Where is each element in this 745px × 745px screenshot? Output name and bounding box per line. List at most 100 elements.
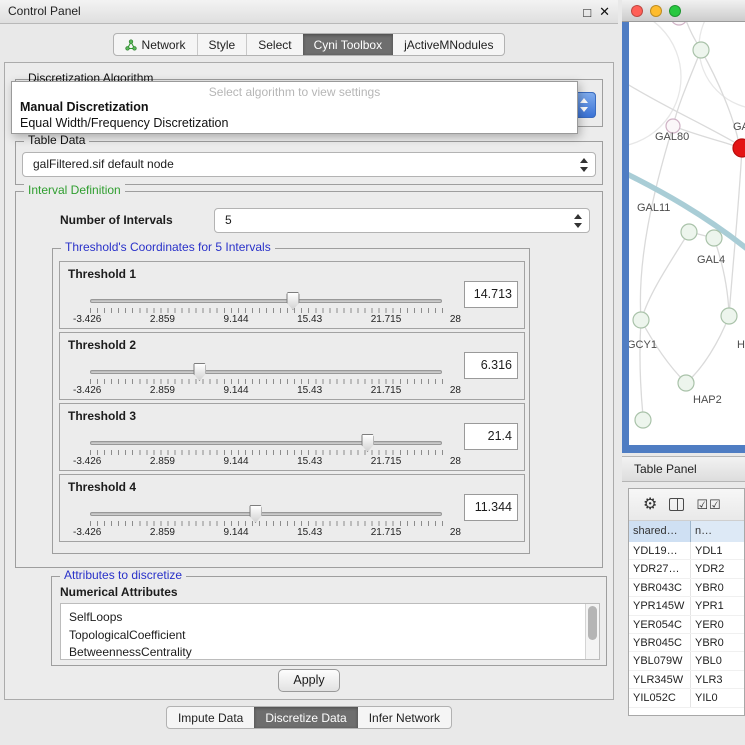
table-row[interactable]: YBR045CYBR0 (629, 634, 744, 652)
dropdown-placeholder-option[interactable]: Select algorithm to view settings (12, 82, 577, 99)
scale-tick-label: 28 (450, 385, 461, 396)
close-traffic-light[interactable] (631, 5, 643, 17)
column-header-name[interactable]: n… (691, 521, 744, 542)
slider-scale: -3.4262.8599.14415.4321.71528 (73, 456, 461, 467)
numerical-attributes-list[interactable]: SelfLoopsTopologicalCoefficientBetweenne… (60, 603, 600, 660)
selected-red-node (733, 139, 745, 157)
threshold-4-slider[interactable] (90, 512, 442, 516)
node-table-window: ⚙ ☑☑ shared… n… YDL19…YDL1YDR27…YDR2YBR0… (628, 488, 745, 716)
table-row[interactable]: YIL052CYIL0 (629, 689, 744, 707)
table-panel-header[interactable]: Table Panel (622, 456, 745, 482)
scale-tick-label: 9.144 (224, 314, 249, 325)
tab-label: Select (258, 38, 291, 52)
table-row[interactable]: YBR043CYBR0 (629, 579, 744, 597)
float-window-icon[interactable]: □ (583, 5, 591, 20)
scale-tick-label: 15.43 (297, 527, 322, 538)
table-data-select[interactable]: galFiltered.sif default node (22, 152, 596, 177)
tab-cyni-toolbox[interactable]: Cyni Toolbox (303, 34, 393, 55)
table-row[interactable]: YLR345WYLR3 (629, 671, 744, 689)
tab-infer-network[interactable]: Infer Network (358, 707, 451, 728)
combo-arrows-icon (580, 98, 589, 112)
column-header-shared[interactable]: shared… (629, 521, 691, 542)
network-canvas[interactable]: GAL80 GA GAL11 GAL4 GCY1 HAP2 H (629, 22, 745, 445)
tab-impute-data[interactable]: Impute Data (167, 707, 254, 728)
node-label-hap2: HAP2 (693, 394, 722, 406)
threshold-1-panel: Threshold 1 -3.4262.8599.14415.4321.7152… (59, 261, 525, 329)
table-cell: YBL0 (691, 652, 744, 669)
scrollbar[interactable] (585, 604, 599, 659)
combo-arrows-icon (580, 158, 589, 172)
node-label-gal4: GAL4 (697, 254, 725, 266)
threshold-3-slider[interactable] (90, 441, 442, 445)
scale-tick-label: 15.43 (297, 385, 322, 396)
threshold-3-panel: Threshold 3 -3.4262.8599.14415.4321.7152… (59, 403, 525, 471)
threshold-1-value-field[interactable]: 14.713 (464, 281, 518, 308)
table-cell: YPR145W (629, 597, 691, 614)
table-row[interactable]: YER054CYER0 (629, 616, 744, 634)
select-columns-checkbox-icons[interactable]: ☑☑ (696, 498, 721, 511)
dropdown-option-equal-width-frequency[interactable]: Equal Width/Frequency Discretization (12, 115, 577, 131)
thresholds-coordinates-group: Threshold's Coordinates for 5 Intervals … (52, 248, 530, 554)
number-of-intervals-select[interactable]: 5 (214, 208, 590, 233)
table-cell: YER054C (629, 616, 691, 633)
tab-style[interactable]: Style (197, 34, 247, 55)
threshold-4-panel: Threshold 4 -3.4262.8599.14415.4321.7152… (59, 474, 525, 542)
control-panel-titlebar: Control Panel □ ✕ (0, 0, 618, 24)
tab-network[interactable]: Network (114, 34, 197, 55)
close-icon[interactable]: ✕ (599, 4, 610, 20)
number-of-intervals-value: 5 (225, 213, 232, 227)
table-row[interactable]: YDL19…YDL1 (629, 542, 744, 560)
slider-scale: -3.4262.8599.14415.4321.71528 (73, 527, 461, 538)
threshold-3-value-field[interactable]: 21.4 (464, 423, 518, 450)
table-cell: YIL052C (629, 689, 691, 706)
panel-title: Control Panel (8, 0, 81, 23)
slider-scale: -3.4262.8599.14415.4321.71528 (73, 314, 461, 325)
scrollbar-thumb[interactable] (588, 606, 597, 640)
network-view-window: GAL80 GA GAL11 GAL4 GCY1 HAP2 H (622, 0, 745, 453)
columns-icon[interactable] (669, 498, 684, 511)
table-cell: YLR3 (691, 671, 744, 688)
apply-button[interactable]: Apply (278, 669, 340, 692)
minimize-traffic-light[interactable] (650, 5, 662, 17)
attribute-list-item[interactable]: BetweennessCentrality (61, 644, 599, 660)
attributes-to-discretize-group: Attributes to discretize Numerical Attri… (51, 576, 607, 666)
scale-tick-label: 21.715 (371, 456, 402, 467)
threshold-4-value-field[interactable]: 11.344 (464, 494, 518, 521)
table-cell: YBL079W (629, 652, 691, 669)
scale-tick-label: 2.859 (150, 527, 175, 538)
dropdown-option-manual-discretization[interactable]: Manual Discretization (12, 99, 577, 115)
zoom-traffic-light[interactable] (669, 5, 681, 17)
table-cell: YDR27… (629, 560, 691, 577)
threshold-label: Threshold 3 (68, 409, 136, 423)
tab-select[interactable]: Select (246, 34, 302, 55)
tab-jactivemnodules[interactable]: jActiveMNodules (393, 34, 504, 55)
slider-ticks (90, 521, 443, 526)
table-row[interactable]: YPR145WYPR1 (629, 597, 744, 615)
attribute-list-item[interactable]: TopologicalCoefficient (61, 627, 599, 645)
node-label-gcy1: GCY1 (629, 339, 657, 351)
numerical-attributes-label: Numerical Attributes (60, 585, 178, 599)
node-label-gal11: GAL11 (637, 202, 670, 214)
table-data-selected-value: galFiltered.sif default node (33, 157, 174, 171)
node-label-gal80: GAL80 (655, 131, 689, 143)
threshold-2-slider[interactable] (90, 370, 442, 374)
tab-discretize-data[interactable]: Discretize Data (254, 707, 357, 728)
table-row[interactable]: YDR27…YDR2 (629, 560, 744, 578)
slider-ticks (90, 308, 443, 313)
slider-scale: -3.4262.8599.14415.4321.71528 (73, 385, 461, 396)
slider-ticks (90, 379, 443, 384)
group-title: Attributes to discretize (60, 568, 186, 582)
attribute-list-item[interactable]: SelfLoops (61, 609, 599, 627)
scale-tick-label: 2.859 (150, 314, 175, 325)
threshold-2-value-field[interactable]: 6.316 (464, 352, 518, 379)
network-icon (125, 39, 137, 51)
table-row[interactable]: YBL079WYBL0 (629, 652, 744, 670)
table-cell: YIL0 (691, 689, 744, 706)
control-panel: Control Panel □ ✕ Network Style (0, 0, 618, 745)
table-cell: YBR0 (691, 634, 744, 651)
tab-label: Style (209, 38, 236, 52)
scale-tick-label: 2.859 (150, 456, 175, 467)
interval-definition-group: Interval Definition Number of Intervals … (15, 191, 603, 568)
threshold-1-slider[interactable] (90, 299, 442, 303)
gear-icon[interactable]: ⚙ (643, 497, 657, 513)
